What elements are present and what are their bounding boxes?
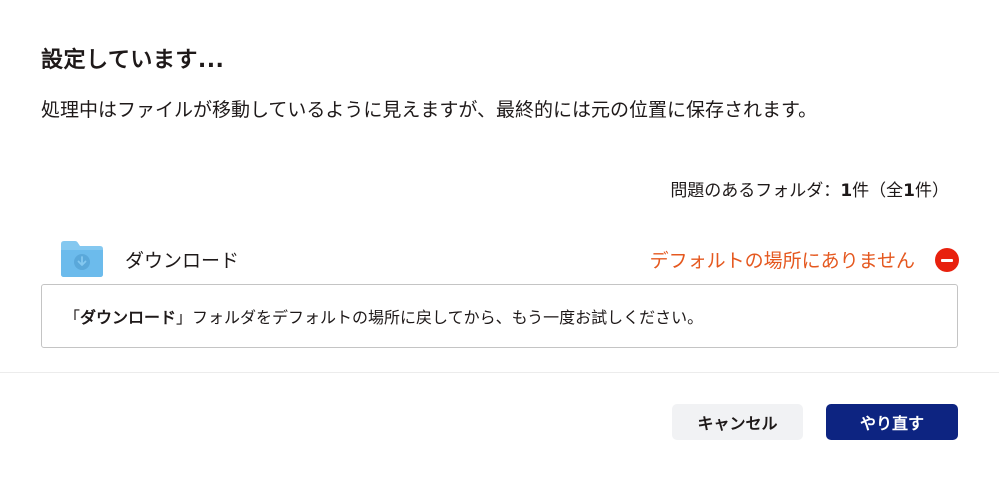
dialog-title: 設定しています...	[41, 48, 225, 73]
message-open-quote: 「	[64, 308, 81, 327]
count-prefix: 問題のあるフォルダ：	[670, 181, 841, 201]
instruction-message: 「 ダウンロード 」 フォルダをデフォルトの場所に戻してから、もう一度お試しくだ…	[41, 284, 958, 348]
retry-button[interactable]: やり直す	[826, 404, 958, 440]
count-total: 1	[903, 181, 915, 201]
footer-divider	[0, 372, 999, 373]
count-current: 1	[840, 181, 853, 201]
problem-folder-count: 問題のあるフォルダ： 1 件（全 1 件）	[670, 176, 949, 201]
message-folder-name: ダウンロード	[80, 308, 177, 327]
message-close-quote: 」	[176, 308, 193, 327]
error-minus-icon	[935, 248, 959, 272]
folder-row: ダウンロード デフォルトの場所にありません	[41, 240, 959, 280]
folder-status: デフォルトの場所にありません	[649, 250, 915, 272]
dialog-description: 処理中はファイルが移動しているように見えますが、最終的には元の位置に保存されます…	[41, 99, 818, 121]
setup-dialog: 設定しています... 処理中はファイルが移動しているように見えますが、最終的には…	[0, 0, 999, 487]
count-suffix: 件）	[915, 181, 949, 201]
folder-name: ダウンロード	[125, 250, 240, 272]
message-text: フォルダをデフォルトの場所に戻してから、もう一度お試しください。	[192, 308, 704, 327]
folder-download-icon	[59, 240, 105, 278]
count-middle: 件（全	[852, 181, 904, 201]
cancel-button[interactable]: キャンセル	[672, 404, 803, 440]
